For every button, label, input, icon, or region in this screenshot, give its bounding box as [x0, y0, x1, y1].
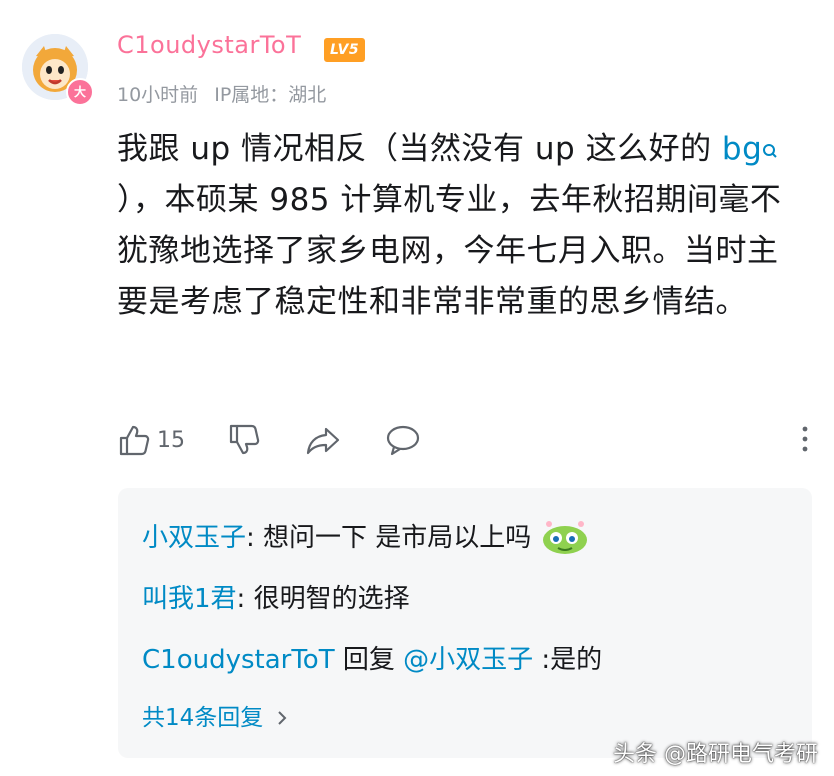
reply-username[interactable]: 叫我1君	[142, 584, 237, 614]
comment-actions: 15	[117, 418, 817, 462]
reply-separator: :	[533, 645, 551, 675]
share-icon	[306, 427, 340, 455]
chevron-right-icon	[277, 706, 287, 732]
comment-text-part1: 我跟 up 情况相反（当然没有 up 这么好的	[117, 131, 722, 167]
reply-item[interactable]: C1oudystarToT 回复 @小双玉子 :是的	[142, 640, 602, 680]
level-badge: LV5	[324, 38, 366, 62]
like-button[interactable]: 15	[117, 418, 185, 462]
reply-text: 想问一下 是市局以上吗	[254, 523, 532, 553]
reply-mention[interactable]: @小双玉子	[403, 645, 533, 675]
like-count: 15	[157, 427, 185, 453]
reply-item[interactable]: 小双玉子: 想问一下 是市局以上吗	[142, 518, 590, 558]
vip-badge: 大	[66, 78, 94, 106]
thumbs-down-icon	[229, 424, 260, 455]
comment-meta: 10小时前 IP属地：湖北	[117, 80, 326, 107]
reply-username[interactable]: 小双玉子	[142, 523, 246, 553]
total-replies-label: 共14条回复	[142, 705, 264, 731]
more-vertical-icon	[802, 426, 808, 452]
comment-time: 10小时前	[117, 84, 199, 106]
reply-text: 是的	[550, 645, 603, 675]
reply-username[interactable]: C1oudystarToT	[142, 645, 335, 675]
reply-action: 回复	[334, 645, 404, 675]
comment-username[interactable]: C1oudystarToT	[117, 31, 301, 59]
thumbs-up-icon	[119, 425, 150, 456]
reply-section: 小双玉子: 想问一下 是市局以上吗 叫我1君: 很明智的选择 C1oudysta…	[118, 488, 812, 758]
reply-separator: :	[236, 584, 246, 614]
dislike-button[interactable]	[227, 418, 261, 462]
keyword-link[interactable]: bg	[722, 131, 762, 167]
reply-separator: :	[246, 523, 255, 553]
comment-body: 我跟 up 情况相反（当然没有 up 这么好的 bg ），本硕某 985 计算机专…	[117, 124, 807, 328]
reply-text: 很明智的选择	[245, 584, 410, 614]
comment-icon	[386, 425, 420, 456]
view-all-replies[interactable]: 共14条回复	[142, 698, 287, 732]
search-icon[interactable]	[762, 128, 778, 158]
emoji-icon	[540, 516, 590, 556]
watermark: 头条 @路研电气考研	[613, 742, 818, 767]
more-button[interactable]	[801, 424, 809, 458]
reply-item[interactable]: 叫我1君: 很明智的选择	[142, 579, 410, 619]
ip-location: IP属地：湖北	[214, 84, 327, 106]
reply-button[interactable]	[385, 418, 421, 462]
avatar[interactable]: 大	[22, 34, 94, 106]
share-button[interactable]	[305, 418, 341, 462]
comment-text-part2: ），本硕某 985 计算机专业，去年秋招期间毫不犹豫地选择了家乡电网，今年七月入…	[117, 182, 782, 320]
